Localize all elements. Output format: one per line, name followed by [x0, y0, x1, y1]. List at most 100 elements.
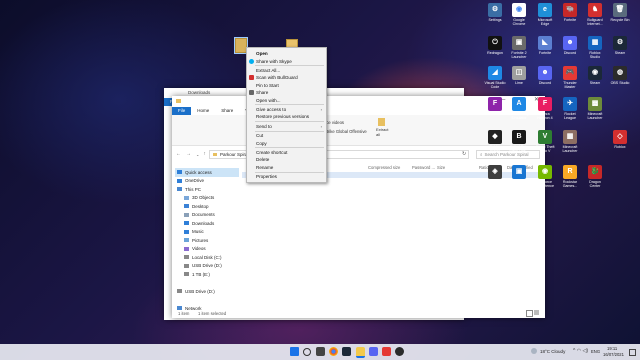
large-icons-view-icon[interactable]: [534, 310, 539, 315]
weather-icon[interactable]: [531, 348, 537, 354]
language-indicator[interactable]: ENG: [591, 349, 600, 354]
nav-item[interactable]: Quick access: [175, 168, 239, 177]
back-icon[interactable]: ←: [176, 151, 181, 157]
tab-home[interactable]: Home: [191, 107, 215, 115]
desktop-shortcut[interactable]: ☻ Discord: [534, 66, 556, 85]
context-menu-item[interactable]: Delete: [247, 156, 326, 163]
nav-item[interactable]: This PC: [175, 185, 239, 194]
nav-item[interactable]: Desktop: [175, 202, 239, 211]
desktop-shortcut[interactable]: A PC Building Simulator: [508, 97, 530, 120]
desktop-shortcut[interactable]: 🐃 Fortnite: [559, 3, 581, 22]
desktop-shortcut[interactable]: ◈ Call of Duty Modern...: [484, 165, 506, 188]
context-menu-item[interactable]: Rename: [247, 164, 326, 171]
nav-item[interactable]: Music: [175, 228, 239, 237]
desktop-shortcut[interactable]: ▣ Fortnite 2 Launcher: [508, 36, 530, 59]
desktop-shortcut[interactable]: R Rockstar Games...: [559, 165, 581, 188]
desktop-shortcut[interactable]: 🗑 Recycle Bin: [609, 3, 631, 22]
desktop-shortcut[interactable]: ⚙ Steam: [609, 36, 631, 55]
app-taskbar-icon[interactable]: [382, 347, 391, 356]
nav-item[interactable]: Videos: [175, 245, 239, 254]
desktop-shortcut[interactable]: 🐉 Dragon Center: [584, 165, 606, 188]
app-taskbar-icon[interactable]: [395, 347, 404, 356]
nav-item[interactable]: Documents: [175, 211, 239, 220]
desktop-shortcut[interactable]: ◉ GeForce Experience: [534, 165, 556, 188]
nav-item[interactable]: OneDrive: [175, 177, 239, 186]
col-size[interactable]: Size: [437, 165, 445, 170]
nav-item[interactable]: USB Drive (D:): [175, 287, 239, 296]
desktop-shortcut[interactable]: ◢ Visual Studio Code: [484, 66, 506, 89]
context-menu-item[interactable]: Properties: [247, 173, 326, 180]
desktop-shortcut[interactable]: ◉ Google Chrome: [508, 3, 530, 26]
clock-date[interactable]: 16/07/2021: [603, 352, 624, 357]
nav-item[interactable]: 3D Objects: [175, 194, 239, 203]
nav-item[interactable]: Downloads: [175, 219, 239, 228]
submenu-arrow-icon: ›: [320, 106, 322, 112]
context-menu-item[interactable]: Open: [247, 50, 326, 57]
clock-time[interactable]: 19:11: [607, 346, 617, 351]
discord-taskbar-icon[interactable]: [369, 347, 378, 356]
desktop-shortcut[interactable]: e Microsoft Edge: [534, 3, 556, 26]
context-menu-item[interactable]: Scan with BullGuard: [247, 74, 326, 81]
ribbon-text[interactable]: nce videos: [324, 120, 344, 125]
context-menu: Open Share with Skype Extract All... Scan w…: [246, 47, 327, 183]
desktop-shortcut[interactable]: ◣ Fortnite: [534, 36, 556, 55]
context-menu-item[interactable]: Create shortcut: [247, 149, 326, 156]
steam-taskbar-icon[interactable]: [342, 347, 351, 356]
desktop-shortcut[interactable]: ⏻ Redragon: [484, 36, 506, 55]
details-view-icon[interactable]: [526, 310, 533, 317]
desktop-shortcut[interactable]: ☻ Discord: [559, 36, 581, 55]
up-icon[interactable]: ↑: [203, 151, 206, 157]
col-password[interactable]: Password ...: [412, 165, 435, 170]
context-menu-item[interactable]: Restore previous versions: [247, 113, 326, 120]
desktop-shortcut[interactable]: ◉ Steam: [584, 66, 606, 85]
notification-icon[interactable]: [629, 349, 636, 356]
skype-icon: [248, 58, 254, 64]
refresh-icon[interactable]: ↻: [462, 151, 466, 157]
desktop-shortcut[interactable]: V Grand Theft Auto V: [534, 130, 556, 153]
ribbon-text-2[interactable]: Strike Global Offensive: [324, 129, 367, 134]
desktop-shortcut[interactable]: 🎮 Thunder Master: [559, 66, 581, 89]
desktop-shortcut[interactable]: ◍ OBS Studio: [609, 66, 631, 85]
context-menu-item[interactable]: Cut: [247, 132, 326, 139]
desktop-shortcut[interactable]: F Forza Horizon 4: [534, 97, 556, 120]
desktop-shortcut[interactable]: ◆ Roblox Player: [484, 130, 506, 153]
shortcut-label: Call of Duty Black Ops...: [509, 145, 529, 153]
desktop-shortcut[interactable]: F Fortnite: [484, 97, 506, 116]
task-view-icon[interactable]: [316, 347, 325, 356]
desktop-shortcut[interactable]: ▣ PC Building Simulator: [508, 165, 530, 188]
desktop-shortcut[interactable]: ◇ Roblox: [609, 130, 631, 149]
weather-text[interactable]: 18°C Cloudy: [540, 349, 565, 354]
context-menu-item[interactable]: Copy: [247, 139, 326, 146]
context-menu-item[interactable]: Send to ›: [247, 123, 326, 130]
desktop-shortcut[interactable]: ▦ Roblox Studio: [584, 36, 606, 59]
nav-item[interactable]: Local Disk (C:): [175, 253, 239, 262]
desktop-shortcut[interactable]: ▩ Minecraft Launcher: [584, 97, 606, 120]
col-compressed-size[interactable]: Compressed size: [368, 165, 400, 170]
extract-all-button[interactable]: Extract all: [376, 127, 388, 137]
tab-share[interactable]: Share: [215, 107, 239, 115]
tab-file[interactable]: File: [172, 107, 192, 115]
breadcrumb[interactable]: Parkour Spiral: [220, 152, 249, 157]
chevron-down-icon[interactable]: ⌄: [196, 152, 199, 157]
desktop-shortcut[interactable]: ▦ Minecraft Launcher: [559, 130, 581, 153]
context-menu-item[interactable]: Pin to Start: [247, 82, 326, 89]
context-menu-item[interactable]: Share with Skype: [247, 57, 326, 64]
forward-icon[interactable]: →: [186, 151, 191, 157]
chrome-taskbar-icon[interactable]: [329, 347, 338, 356]
nav-item[interactable]: 1 TB (E:): [175, 270, 239, 279]
context-menu-item[interactable]: Share: [247, 89, 326, 96]
desktop-shortcut[interactable]: ◫ Lime: [508, 66, 530, 85]
desktop-shortcut[interactable]: ⚙ Settings: [484, 3, 506, 22]
context-menu-item[interactable]: Extract All...: [247, 67, 326, 74]
desktop-shortcut[interactable]: ✈ Rocket League: [559, 97, 581, 120]
windows-start-icon[interactable]: [290, 347, 299, 356]
nav-item[interactable]: Pictures: [175, 236, 239, 245]
nav-item[interactable]: USB Drive (D:): [175, 262, 239, 271]
search-icon[interactable]: [303, 348, 311, 356]
context-menu-item[interactable]: Give access to ›: [247, 106, 326, 113]
tray-icons[interactable]: ^ ◠ ◁): [573, 348, 588, 354]
file-explorer-taskbar-icon[interactable]: [356, 347, 365, 358]
desktop-shortcut[interactable]: B Call of Duty Black Ops...: [508, 130, 530, 153]
context-menu-item[interactable]: Open with...: [247, 96, 326, 103]
desktop-shortcut[interactable]: ♞ Bullguard Internet...: [584, 3, 606, 26]
